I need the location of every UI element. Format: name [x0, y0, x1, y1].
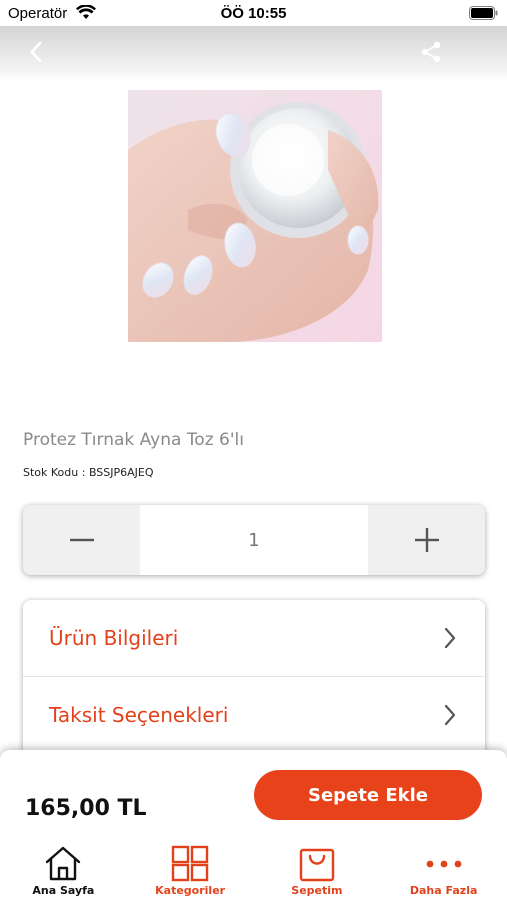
share-icon [421, 41, 441, 63]
top-header [0, 26, 507, 82]
product-info-row[interactable]: Ürün Bilgileri [23, 600, 485, 676]
tab-cart[interactable]: Sepetim [254, 842, 381, 900]
product-title: Protez Tırnak Ayna Toz 6'lı [23, 430, 244, 450]
clock: ÖÖ 10:55 [220, 5, 287, 22]
add-to-cart-button[interactable]: Sepete Ekle [254, 770, 482, 820]
product-price: 165,00 TL [25, 796, 147, 821]
tab-categories-label: Kategoriler [155, 884, 226, 897]
battery-icon [469, 6, 499, 20]
installment-options-label: Taksit Seçenekleri [49, 702, 229, 727]
product-image [128, 90, 382, 342]
home-icon [46, 846, 81, 881]
decrease-button[interactable] [23, 505, 140, 575]
tab-home[interactable]: Ana Sayfa [0, 842, 127, 900]
installment-options-row[interactable]: Taksit Seçenekleri [23, 676, 485, 752]
chevron-left-icon [30, 41, 42, 63]
back-button[interactable] [22, 38, 50, 66]
product-info-label: Ürün Bilgileri [49, 626, 179, 650]
stock-code: Stok Kodu : BSSJP6AJEQ [23, 466, 154, 479]
more-dots-icon [426, 860, 462, 868]
tab-bar: Ana Sayfa Kategoriler Sepetim Daha Fazla [0, 842, 507, 900]
tab-more[interactable]: Daha Fazla [380, 842, 507, 900]
share-button[interactable] [417, 38, 445, 66]
purchase-bar: 165,00 TL Sepete Ekle [0, 750, 507, 842]
chevron-right-icon [444, 627, 456, 649]
tab-home-label: Ana Sayfa [32, 884, 95, 897]
minus-icon [69, 538, 94, 542]
plus-icon [414, 528, 439, 552]
tab-cart-label: Sepetim [291, 884, 343, 897]
status-bar: Operatör ÖÖ 10:55 [0, 0, 507, 26]
tab-more-label: Daha Fazla [409, 884, 478, 897]
tab-categories[interactable]: Kategoriler [127, 842, 254, 900]
increase-button[interactable] [368, 505, 485, 575]
quantity-stepper: 1 [23, 505, 485, 575]
product-info-card: Ürün Bilgileri Taksit Seçenekleri [23, 600, 485, 760]
quantity-value: 1 [248, 529, 260, 551]
cart-icon [299, 848, 335, 882]
grid-icon [171, 845, 209, 882]
chevron-right-icon [444, 704, 456, 726]
